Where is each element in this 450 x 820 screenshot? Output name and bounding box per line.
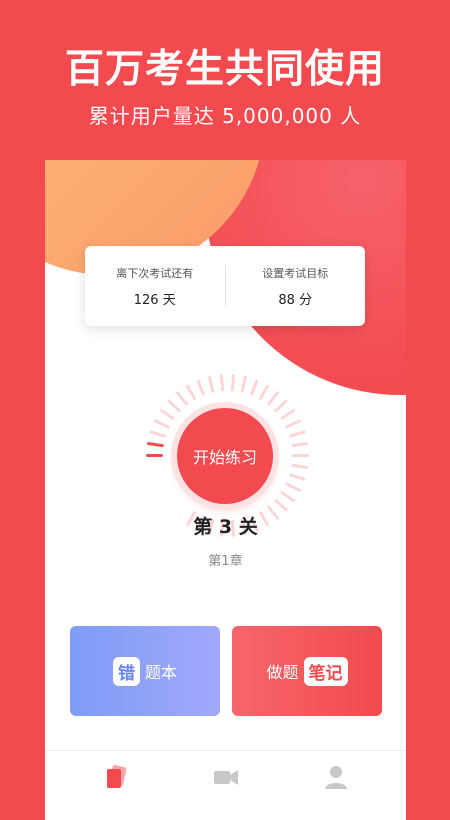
dial-tick <box>196 379 205 396</box>
dial-tick <box>280 408 296 420</box>
app-screen: 离下次考试还有 126 天 设置考试目标 88 分 开始练习 第 3 关 第1章… <box>45 160 406 820</box>
dial-tick <box>289 430 306 438</box>
dial-tick <box>149 430 166 438</box>
dial-tick <box>240 376 247 393</box>
tab-practice[interactable] <box>103 763 131 791</box>
tab-profile[interactable] <box>322 763 350 791</box>
user-icon <box>325 766 347 789</box>
notes-button[interactable]: 做题 笔记 <box>232 626 382 716</box>
dial-tick <box>176 391 188 406</box>
dial-tick <box>230 374 235 392</box>
notes-tag: 笔记 <box>303 656 348 686</box>
exam-countdown[interactable]: 离下次考试还有 126 天 <box>85 265 225 308</box>
dial-tick <box>146 442 164 448</box>
promo-title: 百万考生共同使用 <box>64 47 385 92</box>
dial-tick <box>289 473 306 481</box>
wrong-text: 题本 <box>144 663 177 682</box>
dial-tick <box>285 419 302 429</box>
start-practice-button[interactable]: 开始练习 <box>177 408 273 504</box>
dial-tick <box>274 498 288 512</box>
promo-subtitle: 累计用户量达 5,000,000 人 <box>88 104 362 128</box>
wrong-questions-button[interactable]: 错 题本 <box>70 626 220 716</box>
dial-tick <box>153 419 170 429</box>
dial-tick <box>259 384 269 400</box>
dial-tick <box>291 442 309 448</box>
exam-target[interactable]: 设置考试目标 88 分 <box>226 265 366 308</box>
target-label: 设置考试目标 <box>262 266 329 280</box>
chapter-label: 第1章 <box>208 554 243 569</box>
countdown-value: 126 天 <box>133 292 176 308</box>
video-icon <box>214 770 238 785</box>
dial-tick <box>291 463 309 469</box>
dial-tick <box>250 379 259 396</box>
target-value: 88 分 <box>278 292 313 308</box>
dial-tick <box>159 408 175 420</box>
dial-tick <box>274 399 288 413</box>
dial-tick <box>167 399 181 413</box>
cards-icon <box>107 765 127 788</box>
level-label: 第 3 关 <box>193 516 258 538</box>
wrong-tag: 错 <box>112 656 140 686</box>
notes-text: 做题 <box>266 663 299 682</box>
countdown-label: 离下次考试还有 <box>116 266 194 280</box>
bottom-tab-bar <box>45 750 406 801</box>
dial-tick <box>285 482 302 492</box>
exam-info-card: 离下次考试还有 126 天 设置考试目标 88 分 <box>85 246 365 326</box>
tab-video[interactable] <box>212 763 240 791</box>
dial-tick <box>267 391 279 406</box>
dial-tick <box>208 376 215 393</box>
dial-tick <box>280 491 296 503</box>
dial-tick <box>220 374 225 392</box>
start-practice-label: 开始练习 <box>192 448 257 467</box>
dial-tick <box>186 384 196 400</box>
